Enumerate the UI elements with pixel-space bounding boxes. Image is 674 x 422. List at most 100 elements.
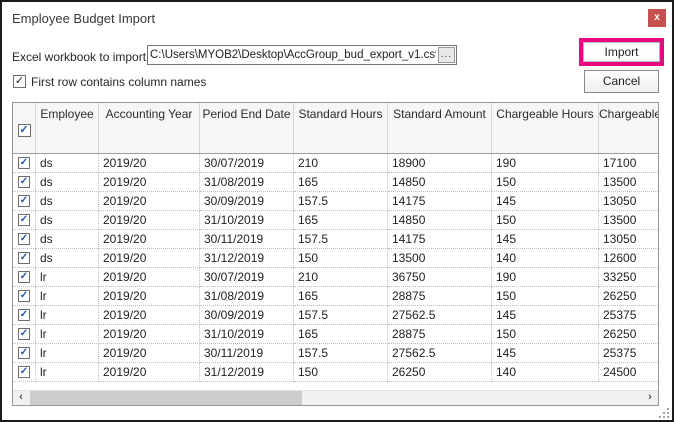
table-cell: 30/09/2019	[200, 192, 294, 211]
column-header[interactable]: Accounting Year	[99, 103, 200, 153]
row-checkbox-cell: ✓	[13, 154, 36, 173]
row-checkbox[interactable]: ✓	[18, 366, 30, 378]
table-cell: ds	[36, 173, 99, 192]
row-checkbox[interactable]: ✓	[18, 252, 30, 264]
table-cell: 2019/20	[99, 192, 200, 211]
table-row[interactable]: ✓ds2019/2031/08/20191651485015013500	[13, 173, 658, 192]
table-cell: 26250	[599, 287, 658, 306]
row-checkbox[interactable]: ✓	[18, 328, 30, 340]
row-checkbox-cell: ✓	[13, 325, 36, 344]
grid-header: ✓ EmployeeAccounting YearPeriod End Date…	[13, 103, 658, 154]
table-row[interactable]: ✓ds2019/2030/09/2019157.51417514513050	[13, 192, 658, 211]
row-checkbox[interactable]: ✓	[18, 195, 30, 207]
table-cell: 27562.5	[388, 306, 492, 325]
table-cell: 165	[294, 173, 388, 192]
table-cell: 12600	[599, 249, 658, 268]
table-cell: ds	[36, 249, 99, 268]
column-header[interactable]: Standard Hours	[294, 103, 388, 153]
table-row[interactable]: ✓ds2019/2030/07/20192101890019017100	[13, 154, 658, 173]
table-row[interactable]: ✓ ds2019/2031/12/20191501350014012600	[13, 249, 658, 268]
table-cell: 150	[294, 363, 388, 382]
table-cell: 157.5	[294, 306, 388, 325]
table-cell: 140	[492, 249, 599, 268]
scroll-right-icon[interactable]: ›	[642, 391, 658, 405]
table-cell: 24500	[599, 363, 658, 382]
table-cell: 2019/20	[99, 306, 200, 325]
table-row[interactable]: ✓lr2019/2030/11/2019157.527562.514525375	[13, 344, 658, 363]
table-cell: 14175	[388, 230, 492, 249]
table-cell: 145	[492, 344, 599, 363]
table-cell: 25375	[599, 344, 658, 363]
table-cell: 30/11/2019	[200, 344, 294, 363]
table-cell: 2019/20	[99, 325, 200, 344]
table-cell: 150	[492, 287, 599, 306]
dialog-title: Employee Budget Import	[12, 11, 155, 26]
column-header[interactable]: Standard Amount	[388, 103, 492, 153]
table-cell: 210	[294, 268, 388, 287]
table-cell: 2019/20	[99, 249, 200, 268]
table-cell: 2019/20	[99, 268, 200, 287]
scroll-left-icon[interactable]: ‹	[13, 391, 29, 405]
row-checkbox-cell: ✓	[13, 230, 36, 249]
table-cell: 13500	[388, 249, 492, 268]
table-row[interactable]: ✓ds2019/2031/10/20191651485015013500	[13, 211, 658, 230]
row-checkbox[interactable]: ✓	[18, 214, 30, 226]
row-checkbox[interactable]: ✓	[18, 176, 30, 188]
table-cell: 2019/20	[99, 154, 200, 173]
table-cell: 31/12/2019	[200, 249, 294, 268]
row-checkbox-cell: ✓	[13, 306, 36, 325]
check-icon: ✓	[19, 124, 28, 136]
resize-grip-icon[interactable]	[659, 408, 669, 418]
row-checkbox[interactable]: ✓	[18, 233, 30, 245]
table-cell: 150	[492, 173, 599, 192]
table-row[interactable]: ✓lr2019/2031/10/20191652887515026250	[13, 325, 658, 344]
table-cell: 36750	[388, 268, 492, 287]
file-path-input[interactable]	[150, 47, 436, 63]
table-cell: 145	[492, 192, 599, 211]
import-button[interactable]: Import	[583, 42, 660, 62]
row-checkbox[interactable]: ✓	[18, 309, 30, 321]
row-checkbox-cell: ✓	[13, 363, 36, 382]
cancel-button[interactable]: Cancel	[584, 70, 659, 93]
table-cell: 31/10/2019	[200, 325, 294, 344]
column-header[interactable]: Employee	[36, 103, 99, 153]
table-cell: 150	[294, 249, 388, 268]
table-cell: 30/11/2019	[200, 230, 294, 249]
table-cell: ds	[36, 154, 99, 173]
table-row[interactable]: ✓lr2019/2031/12/20191502625014024500	[13, 363, 658, 382]
table-cell: 30/07/2019	[200, 268, 294, 287]
browse-button[interactable]: ...	[438, 47, 455, 63]
row-checkbox[interactable]: ✓	[18, 157, 30, 169]
table-cell: 26250	[599, 325, 658, 344]
select-all-checkbox[interactable]: ✓	[18, 124, 31, 137]
table-row[interactable]: ✓ds2019/2030/11/2019157.51417514513050	[13, 230, 658, 249]
table-cell: 13500	[599, 173, 658, 192]
select-all-cell: ✓	[13, 103, 36, 153]
table-cell: ds	[36, 192, 99, 211]
first-row-checkbox[interactable]: ✓	[13, 75, 26, 88]
file-path-field-wrap: ...	[147, 45, 457, 65]
table-cell: 190	[492, 154, 599, 173]
table-cell: 165	[294, 211, 388, 230]
table-row[interactable]: ✓lr2019/2031/08/20191652887515026250	[13, 287, 658, 306]
column-header[interactable]: Period End Date	[200, 103, 294, 153]
row-checkbox[interactable]: ✓	[18, 347, 30, 359]
table-cell: 14850	[388, 173, 492, 192]
table-row[interactable]: ✓lr2019/2030/09/2019157.527562.514525375	[13, 306, 658, 325]
table-cell: 145	[492, 230, 599, 249]
table-cell: lr	[36, 287, 99, 306]
table-cell: ds	[36, 230, 99, 249]
row-checkbox[interactable]: ✓	[18, 271, 30, 283]
table-cell: 2019/20	[99, 230, 200, 249]
table-cell: 14175	[388, 192, 492, 211]
close-icon[interactable]: x	[648, 9, 666, 27]
column-header[interactable]: Chargeable Hours	[492, 103, 599, 153]
table-cell: 17100	[599, 154, 658, 173]
table-cell: lr	[36, 306, 99, 325]
table-cell: 26250	[388, 363, 492, 382]
horizontal-scrollbar[interactable]: ‹ ›	[13, 390, 658, 405]
scrollbar-thumb[interactable]	[30, 391, 302, 405]
table-row[interactable]: ✓lr2019/2030/07/20192103675019033250	[13, 268, 658, 287]
column-header[interactable]: Chargeable	[599, 103, 658, 153]
row-checkbox[interactable]: ✓	[18, 290, 30, 302]
